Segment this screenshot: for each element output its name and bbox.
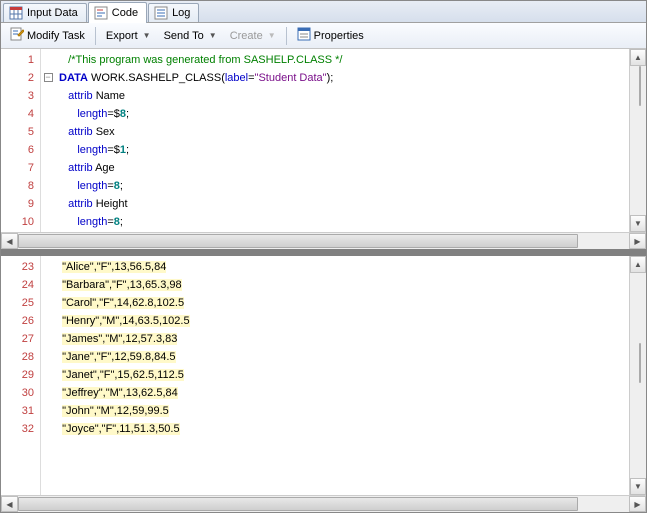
horizontal-scrollbar[interactable]: ◀ ▶	[1, 232, 646, 249]
grid-icon	[9, 6, 23, 20]
scroll-up-arrow[interactable]: ▲	[630, 256, 646, 273]
properties-button[interactable]: Properties	[292, 24, 369, 47]
export-button[interactable]: Export ▼	[101, 27, 156, 45]
tab-code[interactable]: Code	[88, 2, 147, 23]
tab-label: Log	[172, 7, 190, 19]
export-label: Export	[106, 30, 138, 42]
code-icon	[94, 6, 108, 20]
vertical-scrollbar[interactable]: ▲ ▼	[629, 49, 646, 232]
scroll-right-arrow[interactable]: ▶	[629, 233, 646, 249]
send-to-label: Send To	[164, 30, 204, 42]
code-body-top[interactable]: /*This program was generated from SASHEL…	[55, 49, 629, 232]
scroll-up-arrow[interactable]: ▲	[630, 49, 646, 66]
chevron-down-icon: ▼	[143, 31, 151, 40]
tab-label: Input Data	[27, 7, 78, 19]
log-icon	[154, 6, 168, 20]
vertical-scrollbar[interactable]: ▲ ▼	[629, 256, 646, 495]
tab-bar: Input Data Code Log	[1, 1, 646, 23]
code-body-bottom[interactable]: "Alice","F",13,56.5,84 "Barbara","F",13,…	[55, 256, 629, 495]
fold-column[interactable]: −	[41, 49, 55, 232]
line-gutter: 23242526272829303132	[1, 256, 41, 495]
modify-task-button[interactable]: Modify Task	[5, 24, 90, 47]
toolbar: Modify Task Export ▼ Send To ▼ Create ▼ …	[1, 23, 646, 49]
scroll-left-arrow[interactable]: ◀	[1, 233, 18, 249]
scroll-down-arrow[interactable]: ▼	[630, 478, 646, 495]
chevron-down-icon: ▼	[268, 31, 276, 40]
properties-icon	[297, 27, 311, 44]
tab-label: Code	[112, 7, 138, 19]
tab-input-data[interactable]: Input Data	[3, 3, 87, 22]
create-label: Create	[230, 30, 263, 42]
create-button: Create ▼	[225, 27, 281, 45]
tab-log[interactable]: Log	[148, 3, 199, 22]
separator	[95, 27, 96, 45]
pane-splitter[interactable]	[1, 249, 646, 256]
editor-area: 12345678910 − /*This program was generat…	[1, 49, 646, 512]
chevron-down-icon: ▼	[209, 31, 217, 40]
code-edit-icon	[10, 27, 24, 44]
send-to-button[interactable]: Send To ▼	[159, 27, 222, 45]
scroll-left-arrow[interactable]: ◀	[1, 496, 18, 512]
separator	[286, 27, 287, 45]
properties-label: Properties	[314, 30, 364, 42]
modify-task-label: Modify Task	[27, 30, 85, 42]
scroll-right-arrow[interactable]: ▶	[629, 496, 646, 512]
scroll-down-arrow[interactable]: ▼	[630, 215, 646, 232]
horizontal-scrollbar[interactable]: ◀ ▶	[1, 495, 646, 512]
fold-column[interactable]	[41, 256, 55, 495]
line-gutter: 12345678910	[1, 49, 41, 232]
